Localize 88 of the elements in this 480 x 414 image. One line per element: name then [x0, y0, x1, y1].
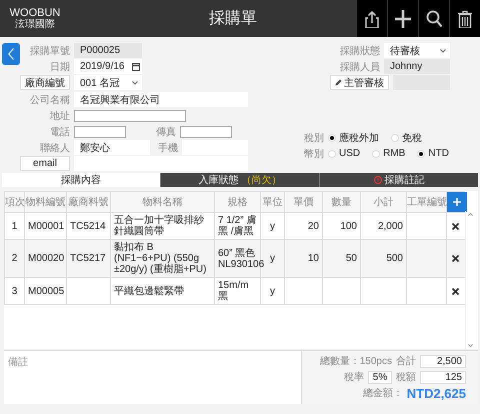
field-label: 幣別	[303, 148, 324, 160]
radio-option[interactable]: USD	[328, 148, 360, 159]
plus-icon	[395, 10, 411, 28]
trash-icon	[457, 10, 473, 28]
calendar-icon	[132, 62, 140, 70]
add-row-button[interactable]	[447, 192, 467, 212]
close-icon	[452, 288, 460, 294]
table-cell: M00005	[24, 278, 66, 304]
radio-option[interactable]: NTD	[417, 148, 449, 159]
field-label: 公司名稱	[29, 94, 70, 106]
buyer-field: Johnny	[384, 59, 450, 74]
column-header: 項次	[4, 192, 24, 212]
delete-row-button[interactable]	[452, 222, 460, 230]
column-header: 物料名稱	[110, 192, 214, 212]
field-label: 電話	[49, 126, 70, 138]
total-quantity: 總數量：150pcs	[320, 355, 392, 368]
company-field[interactable]: 名冠興業有限公司	[74, 92, 248, 107]
column-header: 規格	[214, 192, 260, 212]
table-cell: TC5217	[66, 240, 110, 278]
tax-field: 125	[420, 370, 466, 384]
field-label: 聯絡人	[39, 142, 70, 154]
field-label: 手機	[156, 142, 178, 154]
field-label: 採購單號	[29, 44, 70, 58]
table-cell: 2	[4, 240, 24, 278]
delete-row-button[interactable]	[452, 255, 460, 262]
field-label: 稅別	[303, 132, 324, 144]
address-field[interactable]	[74, 110, 186, 122]
field-label: 稅額	[396, 370, 416, 384]
tab[interactable]: 入庫狀態 （尚欠）	[160, 173, 319, 187]
table-cell: 10	[284, 240, 322, 278]
table-cell: 50	[322, 240, 360, 278]
delete-row-button[interactable]	[452, 288, 460, 294]
status-select[interactable]: 待審核	[384, 43, 450, 58]
back-button[interactable]	[2, 43, 20, 65]
caret-up-icon	[468, 213, 472, 216]
contact-field[interactable]: 鄭安心	[74, 140, 150, 155]
field-label: 地址	[49, 110, 70, 122]
radio-option[interactable]: 應稅外加	[328, 130, 379, 144]
tab[interactable]: 採購內容	[2, 173, 160, 187]
fax-field[interactable]	[180, 126, 232, 138]
column-header: 物料編號	[24, 192, 66, 212]
table-cell: 黏扣布 B (NF1−6+PU) (550g ±20g/y) (重樹脂+PU)	[110, 240, 214, 278]
radio-option[interactable]: 免稅	[391, 130, 422, 144]
table-cell: 15m/m 黑	[214, 278, 260, 304]
column-header: 小計	[360, 192, 406, 212]
caret-down-icon	[468, 344, 472, 347]
search-icon	[426, 10, 442, 28]
grand-total: NTD2,625	[406, 386, 466, 400]
vendor-button[interactable]: 廠商編號	[20, 75, 70, 90]
field-label: 日期	[49, 60, 70, 74]
field-label: 總金額：	[362, 386, 403, 400]
plus-icon	[453, 198, 461, 206]
share-icon	[364, 10, 380, 28]
remarks-field[interactable]: 備註	[4, 351, 302, 404]
close-icon	[452, 222, 460, 230]
table-cell: 平織包邊鬆緊帶	[110, 278, 214, 304]
column-header: 工單編號	[406, 192, 446, 212]
radio-option[interactable]: RMB	[372, 148, 406, 159]
close-icon	[452, 255, 460, 262]
email-button[interactable]: email	[20, 156, 70, 171]
table-cell: y	[260, 278, 284, 304]
chevron-left-icon	[8, 48, 14, 60]
logo-text: WOOBUN	[10, 8, 60, 18]
column-header: 單價	[284, 192, 322, 212]
field-label: 稅率	[344, 370, 364, 384]
pencil-icon	[335, 79, 342, 86]
logo-subtext: 泫璟國際	[15, 18, 55, 30]
column-header: 數量	[322, 192, 360, 212]
chevron-down-icon	[440, 48, 446, 52]
table-cell: 500	[360, 240, 406, 278]
chevron-down-icon	[132, 80, 138, 84]
order-number-field: P000025	[74, 43, 142, 58]
phone-field[interactable]	[74, 126, 126, 138]
vendor-select[interactable]: 001 名冠	[74, 75, 142, 90]
total-field: 2,500	[420, 354, 466, 368]
page-title: 採購單	[208, 8, 258, 29]
field-label: 傳真	[155, 126, 176, 138]
tax-rate-field[interactable]: 5%	[368, 370, 392, 384]
table-cell: M00020	[24, 240, 66, 278]
field-label: 採購人員	[339, 60, 380, 74]
field-label: 合計	[396, 354, 416, 368]
column-header: 廠商料號	[66, 192, 110, 212]
tab[interactable]: 採購註記	[319, 173, 478, 187]
approve-button[interactable]: 主管審核	[330, 75, 389, 90]
table-cell: 3	[4, 278, 24, 304]
column-header: 單位	[260, 192, 284, 212]
date-field[interactable]: 2019/9/16	[74, 59, 142, 74]
field-label: 採購狀態	[339, 44, 380, 58]
